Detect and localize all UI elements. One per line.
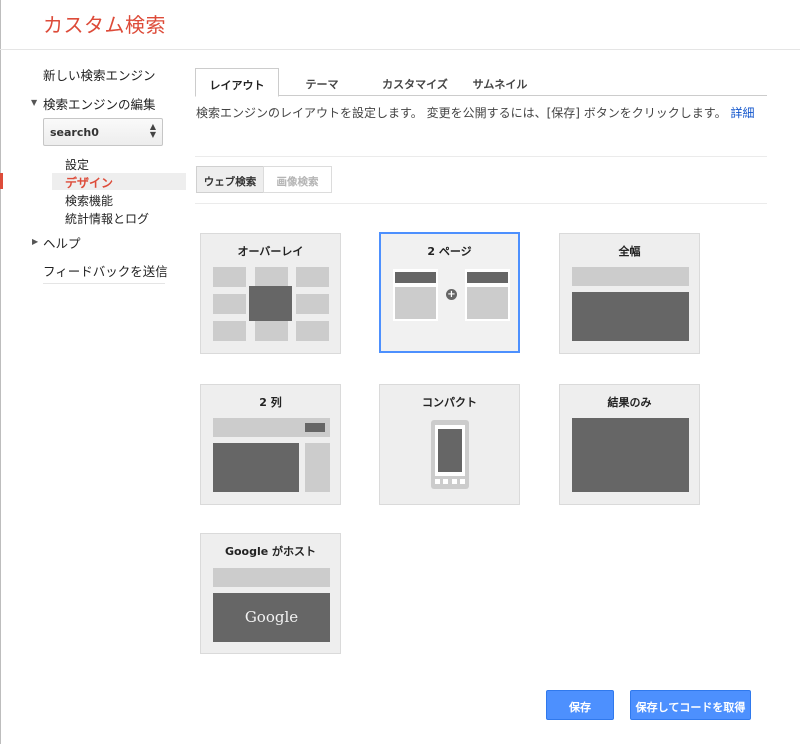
sidebar-new-engine-link[interactable]: 新しい検索エンジン — [43, 65, 156, 84]
layout-description: 検索エンジンのレイアウトを設定します。 変更を公開するには、[保存] ボタンをク… — [196, 106, 764, 121]
triangle-down-icon[interactable]: ▼ — [31, 98, 37, 107]
sidebar-item-stats-logs[interactable]: 統計情報とログ — [65, 210, 149, 227]
layout-card-google-hosted[interactable]: Google がホスト Google — [200, 533, 341, 654]
sidebar-item-settings[interactable]: 設定 — [65, 156, 89, 173]
layout-card-label: 全幅 — [618, 245, 641, 258]
tab-thumbnail[interactable]: サムネイル — [465, 68, 535, 96]
subtab-web-search[interactable]: ウェブ検索 — [196, 166, 264, 193]
layout-card-overlay[interactable]: オーバーレイ — [200, 233, 341, 354]
divider — [195, 156, 767, 157]
sidebar-item-design[interactable]: デザイン — [65, 174, 113, 191]
tab-layout[interactable]: レイアウト — [195, 68, 279, 97]
tab-theme[interactable]: テーマ — [285, 68, 359, 96]
triangle-right-icon[interactable]: ▶ — [32, 237, 38, 246]
layout-card-results-only[interactable]: 結果のみ — [559, 384, 700, 505]
app-title: カスタム検索 — [43, 13, 166, 37]
layout-card-compact[interactable]: コンパクト — [379, 384, 520, 505]
sidebar-edit-engines[interactable]: 検索エンジンの編集 — [43, 94, 156, 113]
layout-card-label: 2 列 — [259, 396, 282, 409]
layout-card-two-column[interactable]: 2 列 — [200, 384, 341, 505]
divider — [195, 203, 767, 204]
sidebar-feedback-link[interactable]: フィードバックを送信 — [43, 261, 168, 280]
header: カスタム検索 — [0, 0, 800, 50]
description-text: 検索エンジンのレイアウトを設定します。 変更を公開するには、[保存] ボタンをク… — [196, 106, 727, 120]
layout-card-label: 結果のみ — [607, 396, 652, 409]
engine-select[interactable]: search0 ▲ ▼ — [43, 118, 163, 146]
layout-card-label: Google がホスト — [224, 545, 317, 558]
engine-select-value: search0 — [50, 126, 99, 139]
active-section-marker — [0, 173, 3, 189]
sidebar-divider — [43, 283, 165, 284]
layout-card-full-width[interactable]: 全幅 — [559, 233, 700, 354]
subtab-image-search[interactable]: 画像検索 — [263, 166, 332, 193]
sidebar-help[interactable]: ヘルプ — [43, 233, 81, 252]
layout-card-label: 2 ページ — [427, 245, 472, 258]
save-and-get-code-button[interactable]: 保存してコードを取得 — [630, 690, 751, 720]
sidebar-item-search-features[interactable]: 検索機能 — [65, 192, 113, 209]
tab-customize[interactable]: カスタマイズ — [367, 68, 463, 96]
save-button[interactable]: 保存 — [546, 690, 614, 720]
window-left-edge — [0, 0, 1, 744]
layout-card-two-page[interactable]: 2 ページ + — [379, 232, 520, 353]
details-link[interactable]: 詳細 — [730, 106, 754, 120]
layout-card-label: オーバーレイ — [237, 245, 304, 258]
tab-bar: レイアウト テーマ カスタマイズ サムネイル — [195, 68, 767, 97]
layout-card-label: コンパクト — [422, 396, 477, 409]
google-logo-text: Google — [244, 608, 299, 626]
select-arrows-icon: ▲ ▼ — [149, 122, 156, 139]
